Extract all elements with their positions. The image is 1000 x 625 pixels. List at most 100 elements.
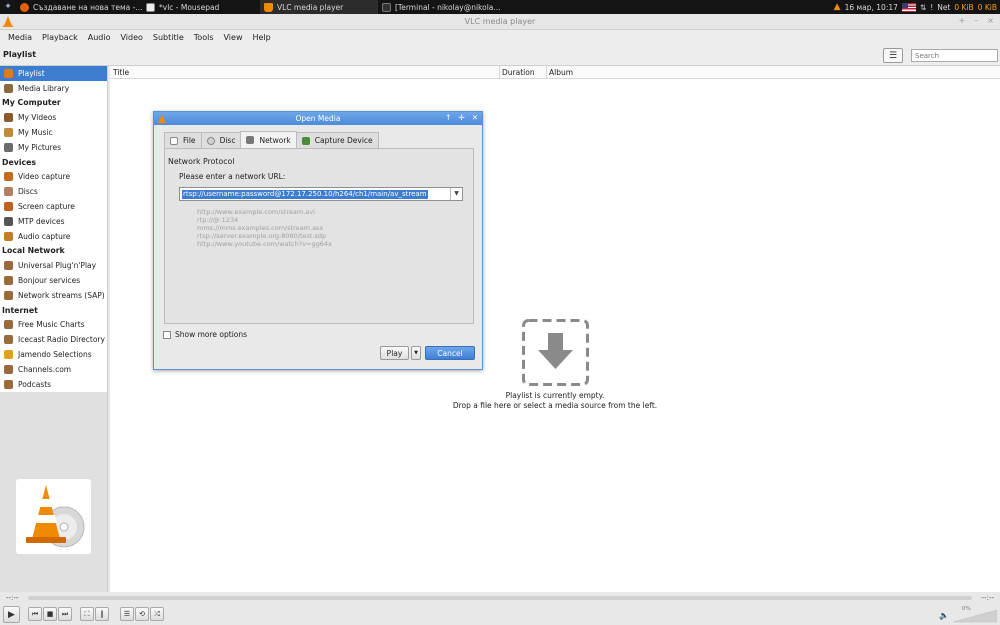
play-button[interactable]: Play bbox=[380, 346, 409, 360]
taskbar-task-vlc[interactable]: VLC media player bbox=[260, 0, 378, 14]
menu-media[interactable]: Media bbox=[3, 33, 37, 42]
maximize-button[interactable]: + bbox=[959, 16, 966, 25]
taskbar-task-mousepad[interactable]: *vlc - Mousepad bbox=[142, 0, 260, 14]
next-button[interactable]: ⏭ bbox=[58, 607, 72, 621]
window-title: VLC media player bbox=[464, 17, 536, 26]
icecast-radio-directory-icon bbox=[4, 335, 13, 345]
sidebar-item-audio-capture[interactable]: Audio capture bbox=[0, 229, 107, 244]
firefox-icon bbox=[20, 2, 29, 12]
discs-icon bbox=[4, 187, 13, 197]
remaining-time[interactable]: --:-- bbox=[982, 594, 994, 602]
free-music-charts-icon bbox=[4, 320, 13, 330]
network-protocol-heading: Network Protocol bbox=[168, 157, 235, 166]
sidebar-item-discs[interactable]: Discs bbox=[0, 184, 107, 199]
cancel-button[interactable]: Cancel bbox=[425, 346, 475, 360]
play-icon: ▶ bbox=[8, 609, 15, 620]
sidebar-item-channels-com[interactable]: Channels.com bbox=[0, 362, 107, 377]
column-separator[interactable] bbox=[499, 66, 500, 79]
volume-icon[interactable]: 🔈 bbox=[939, 611, 949, 620]
stop-button[interactable]: ■ bbox=[43, 607, 57, 621]
shuffle-button[interactable]: ⤮ bbox=[150, 607, 164, 621]
column-title[interactable]: Title bbox=[113, 68, 129, 77]
previous-button[interactable]: ⏮ bbox=[28, 607, 42, 621]
net-download: 0 KiB bbox=[954, 2, 974, 12]
tab-disc[interactable]: Disc bbox=[200, 132, 242, 148]
sidebar-item-free-music-charts[interactable]: Free Music Charts bbox=[0, 318, 107, 333]
network-arrows-icon[interactable]: ⇅ bbox=[920, 3, 926, 12]
column-separator[interactable] bbox=[546, 66, 547, 79]
tab-file[interactable]: File bbox=[164, 132, 202, 148]
sidebar-item-network-streams-sap[interactable]: Network streams (SAP) bbox=[0, 288, 107, 303]
column-header: Title Duration Album bbox=[110, 66, 1000, 79]
show-more-options-label: Show more options bbox=[175, 330, 248, 339]
volume-slider[interactable] bbox=[953, 609, 997, 623]
play-options-dropdown[interactable]: ▼ bbox=[411, 346, 421, 360]
show-more-options-checkbox[interactable] bbox=[163, 330, 171, 339]
view-mode-button[interactable]: ☰ bbox=[883, 48, 903, 63]
dialog-close-icon[interactable]: ✕ bbox=[472, 113, 478, 122]
search-input[interactable] bbox=[911, 49, 998, 62]
dialog-title: Open Media bbox=[295, 114, 341, 123]
toggle-playlist-button[interactable]: ☰ bbox=[120, 607, 134, 621]
sidebar-item-jamendo-selections[interactable]: Jamendo Selections bbox=[0, 347, 107, 362]
sidebar-item-icecast-radio-directory[interactable]: Icecast Radio Directory bbox=[0, 332, 107, 347]
universal-plug-n-play-icon bbox=[4, 261, 13, 271]
notifications-icon[interactable]: ! bbox=[930, 3, 933, 12]
column-duration[interactable]: Duration bbox=[502, 68, 535, 77]
column-album[interactable]: Album bbox=[549, 68, 573, 77]
text-editor-icon bbox=[146, 2, 155, 12]
taskbar-task-browser[interactable]: Създаване на нова тема -... bbox=[16, 0, 142, 14]
vlc-tray-icon[interactable]: ▲ bbox=[834, 2, 841, 12]
network-url-combobox[interactable]: rtsp://username:password@172.17.250.10/h… bbox=[179, 187, 463, 201]
url-example: mms://mms.examples.com/stream.asx bbox=[197, 224, 324, 232]
play-button[interactable]: ▶ bbox=[3, 606, 20, 623]
sidebar-item-mtp-devices[interactable]: MTP devices bbox=[0, 214, 107, 229]
dialog-titlebar[interactable]: Open Media ↑ ✛ ✕ bbox=[154, 112, 482, 125]
sidebar-item-my-pictures[interactable]: My Pictures bbox=[0, 140, 107, 155]
playlist-title: Playlist bbox=[3, 50, 37, 59]
seek-slider[interactable] bbox=[28, 596, 972, 600]
sidebar-item-label: Channels.com bbox=[18, 364, 72, 374]
dialog-maximize-icon[interactable]: ✛ bbox=[458, 113, 464, 122]
menu-help[interactable]: Help bbox=[247, 33, 275, 42]
network-url-value[interactable]: rtsp://username:password@172.17.250.10/h… bbox=[182, 190, 428, 199]
extended-settings-button[interactable]: ‖ bbox=[95, 607, 109, 621]
sidebar-item-universal-plug-n-play[interactable]: Universal Plug'n'Play bbox=[0, 258, 107, 273]
menu-tools[interactable]: Tools bbox=[189, 33, 219, 42]
close-button[interactable]: × bbox=[987, 16, 994, 25]
show-more-options[interactable]: Show more options bbox=[163, 330, 247, 339]
taskbar-task-terminal[interactable]: [Terminal - nikolay@nikola... bbox=[378, 0, 504, 14]
menu-playback[interactable]: Playback bbox=[37, 33, 83, 42]
minimize-button[interactable]: – bbox=[974, 16, 978, 25]
sidebar-item-label: My Music bbox=[18, 128, 53, 138]
sidebar-item-media-library[interactable]: Media Library bbox=[0, 81, 107, 96]
empty-playlist-message: Playlist is currently empty. bbox=[505, 391, 605, 400]
dialog-keep-above-icon[interactable]: ↑ bbox=[445, 113, 451, 122]
menu-audio[interactable]: Audio bbox=[83, 33, 116, 42]
taskbar-task-label: [Terminal - nikolay@nikola... bbox=[395, 2, 501, 12]
sidebar-item-podcasts[interactable]: Podcasts bbox=[0, 377, 107, 392]
sidebar-item-video-capture[interactable]: Video capture bbox=[0, 170, 107, 185]
loop-button[interactable]: ⟲ bbox=[135, 607, 149, 621]
tab-capture-device[interactable]: Capture Device bbox=[295, 132, 379, 148]
keyboard-layout-flag-icon[interactable] bbox=[901, 2, 916, 12]
sidebar-item-playlist[interactable]: Playlist bbox=[0, 66, 107, 81]
sidebar-item-bonjour-services[interactable]: Bonjour services bbox=[0, 273, 107, 288]
fullscreen-button[interactable]: ⛶ bbox=[80, 607, 94, 621]
bonjour-services-icon bbox=[4, 276, 13, 286]
taskbar-task-label: Създаване на нова тема -... bbox=[33, 2, 142, 12]
sidebar-item-label: My Pictures bbox=[18, 142, 61, 152]
sidebar-item-my-music[interactable]: My Music bbox=[0, 125, 107, 140]
file-icon bbox=[170, 136, 178, 145]
clock[interactable]: 16 мар, 10:17 bbox=[845, 3, 898, 12]
app-menu-icon[interactable]: ✦ bbox=[0, 0, 16, 14]
tab-network[interactable]: Network bbox=[240, 131, 297, 148]
url-dropdown-button[interactable]: ▼ bbox=[450, 188, 462, 200]
menu-video[interactable]: Video bbox=[115, 33, 147, 42]
sidebar-item-screen-capture[interactable]: Screen capture bbox=[0, 199, 107, 214]
sidebar-item-my-videos[interactable]: My Videos bbox=[0, 110, 107, 125]
menu-view[interactable]: View bbox=[219, 33, 248, 42]
net-label: Net bbox=[937, 2, 951, 12]
menu-subtitle[interactable]: Subtitle bbox=[148, 33, 189, 42]
sidebar-item-label: Discs bbox=[18, 187, 38, 197]
